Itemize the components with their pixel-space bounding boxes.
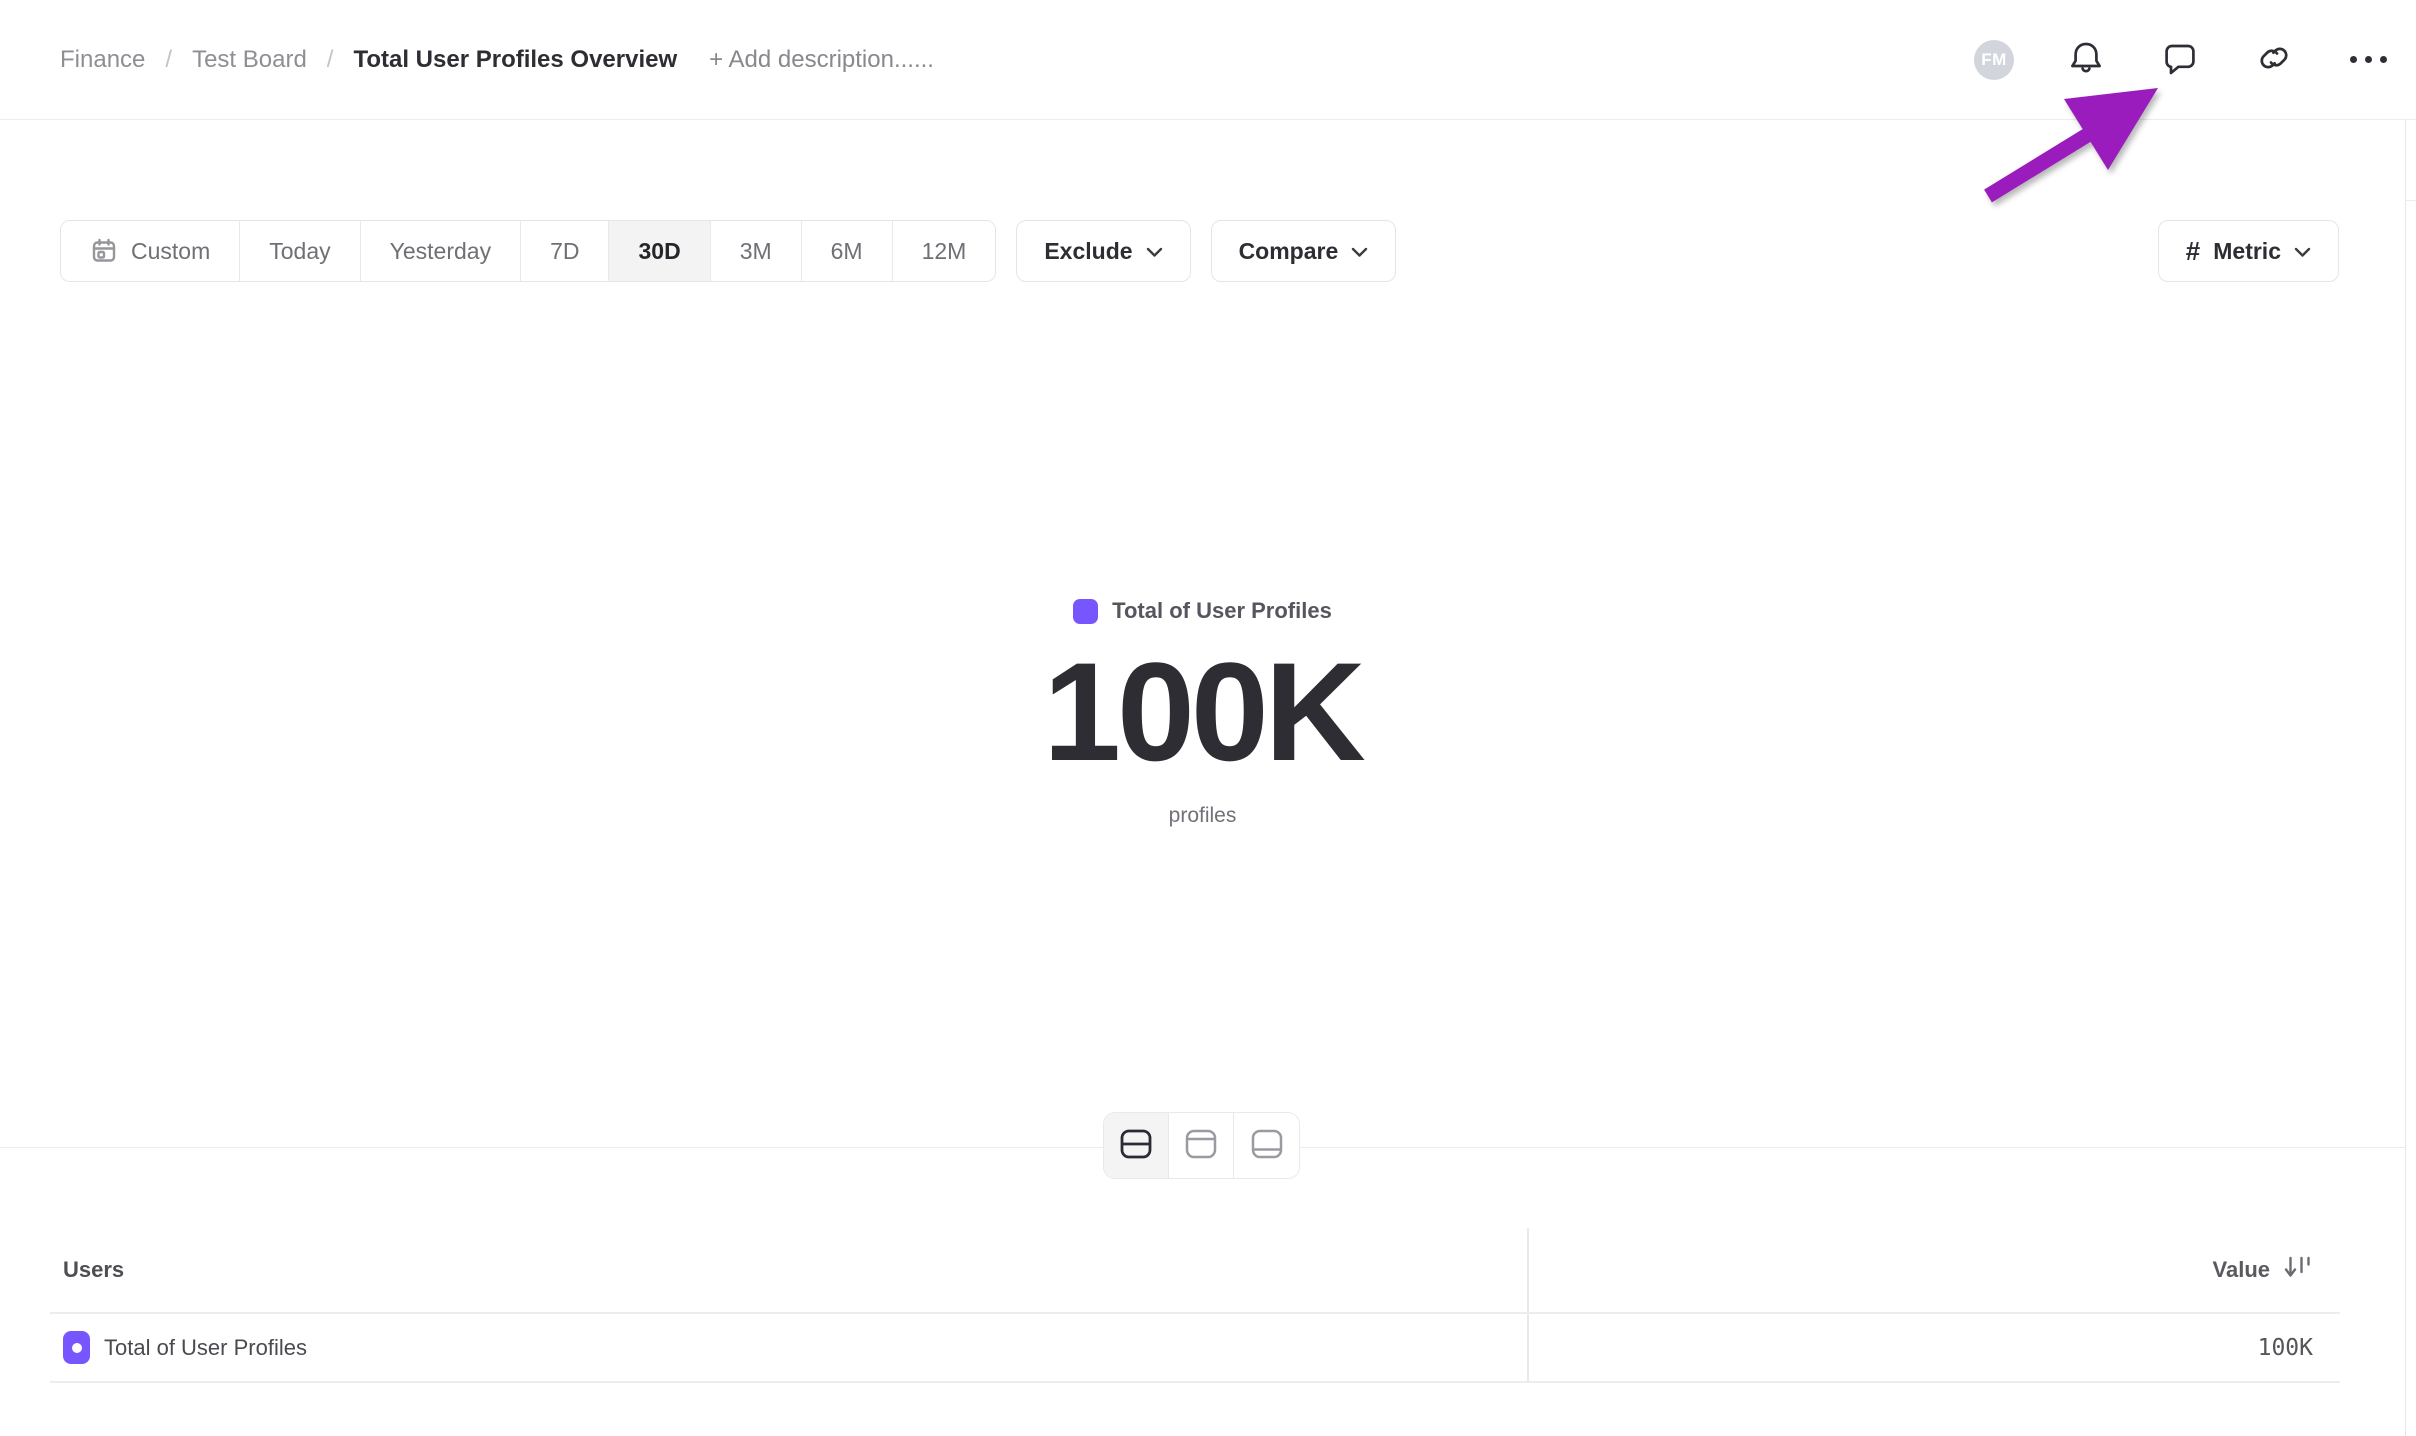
view-toggle-table-only[interactable] xyxy=(1234,1113,1299,1178)
header-actions: FM xyxy=(1974,38,2390,82)
chart-only-view-icon xyxy=(1184,1128,1218,1163)
metric-dropdown[interactable]: # Metric xyxy=(2158,220,2339,282)
exclude-label: Exclude xyxy=(1044,238,1132,265)
date-range-label: 3M xyxy=(740,238,772,265)
column-header-users[interactable]: Users xyxy=(63,1257,124,1283)
notifications-button[interactable] xyxy=(2064,38,2108,82)
metric-unit: profiles xyxy=(1169,804,1237,828)
hash-icon: # xyxy=(2186,236,2200,267)
table-header-row: Users Value xyxy=(0,1228,2416,1312)
table-row-rule xyxy=(50,1381,2340,1383)
date-range-label: Yesterday xyxy=(390,238,491,265)
chevron-down-icon xyxy=(1146,247,1163,258)
comments-button[interactable] xyxy=(2158,38,2202,82)
date-range-yesterday[interactable]: Yesterday xyxy=(361,221,521,281)
breakdown-table: Users Value Total of User Profiles 100K xyxy=(0,1228,2416,1388)
exclude-dropdown[interactable]: Exclude xyxy=(1016,220,1190,282)
date-range-label: Today xyxy=(269,238,330,265)
breadcrumb-separator: / xyxy=(327,46,334,74)
value-header-label: Value xyxy=(2213,1257,2270,1283)
board-report-page: Finance / Test Board / Total User Profil… xyxy=(0,0,2416,1436)
date-range-label: 7D xyxy=(550,238,579,265)
calendar-icon xyxy=(90,237,118,265)
page-title[interactable]: Total User Profiles Overview xyxy=(353,46,677,74)
date-range-label: Custom xyxy=(131,238,210,265)
breadcrumb: Finance / Test Board / Total User Profil… xyxy=(60,46,934,74)
link-icon xyxy=(2253,37,2295,82)
compare-dropdown[interactable]: Compare xyxy=(1211,220,1397,282)
right-rail xyxy=(2405,120,2416,1436)
date-range-30d[interactable]: 30D xyxy=(609,221,710,281)
table-row[interactable]: Total of User Profiles 100K xyxy=(0,1314,2416,1381)
chevron-down-icon xyxy=(2294,247,2311,258)
breadcrumb-separator: / xyxy=(165,46,172,74)
date-range-today[interactable]: Today xyxy=(240,221,360,281)
sort-descending-icon xyxy=(2282,1254,2313,1287)
chart-legend[interactable]: Total of User Profiles xyxy=(1073,598,1332,624)
view-toggle xyxy=(1103,1112,1300,1179)
date-range-3m[interactable]: 3M xyxy=(711,221,802,281)
date-range-6m[interactable]: 6M xyxy=(802,221,893,281)
column-header-value[interactable]: Value xyxy=(2213,1254,2313,1287)
series-badge-icon xyxy=(63,1331,90,1364)
date-range-12m[interactable]: 12M xyxy=(893,221,996,281)
add-description-button[interactable]: + Add description...... xyxy=(709,46,934,74)
compare-label: Compare xyxy=(1239,238,1339,265)
series-label: Total of User Profiles xyxy=(1112,598,1332,624)
top-bar: Finance / Test Board / Total User Profil… xyxy=(0,0,2416,120)
date-range-group: Custom Today Yesterday 7D 30D 3M 6M 12M xyxy=(60,220,996,282)
date-range-label: 30D xyxy=(638,238,680,265)
bell-icon xyxy=(2065,37,2107,82)
date-range-label: 12M xyxy=(922,238,967,265)
chevron-down-icon xyxy=(1351,247,1368,258)
right-rail-divider xyxy=(2406,120,2416,201)
ellipsis-icon xyxy=(2350,56,2387,63)
report-toolbar: Custom Today Yesterday 7D 30D 3M 6M 12M … xyxy=(60,220,2339,282)
row-value: 100K xyxy=(2258,1335,2313,1361)
big-number-chart: Total of User Profiles 100K profiles xyxy=(0,598,2405,828)
date-range-7d[interactable]: 7D xyxy=(521,221,609,281)
metric-label: Metric xyxy=(2213,238,2281,265)
breadcrumb-board[interactable]: Test Board xyxy=(192,46,307,74)
split-view-icon xyxy=(1119,1128,1153,1163)
more-options-button[interactable] xyxy=(2346,38,2390,82)
metric-value: 100K xyxy=(1043,642,1362,782)
date-range-label: 6M xyxy=(831,238,863,265)
table-only-view-icon xyxy=(1250,1128,1284,1163)
copy-link-button[interactable] xyxy=(2252,38,2296,82)
view-toggle-split[interactable] xyxy=(1104,1113,1169,1178)
breadcrumb-project[interactable]: Finance xyxy=(60,46,145,74)
row-label: Total of User Profiles xyxy=(104,1335,307,1361)
comment-icon xyxy=(2159,37,2201,82)
view-toggle-chart-only[interactable] xyxy=(1169,1113,1234,1178)
series-color-swatch xyxy=(1073,599,1098,624)
avatar[interactable]: FM xyxy=(1974,40,2014,80)
date-range-custom[interactable]: Custom xyxy=(61,221,240,281)
